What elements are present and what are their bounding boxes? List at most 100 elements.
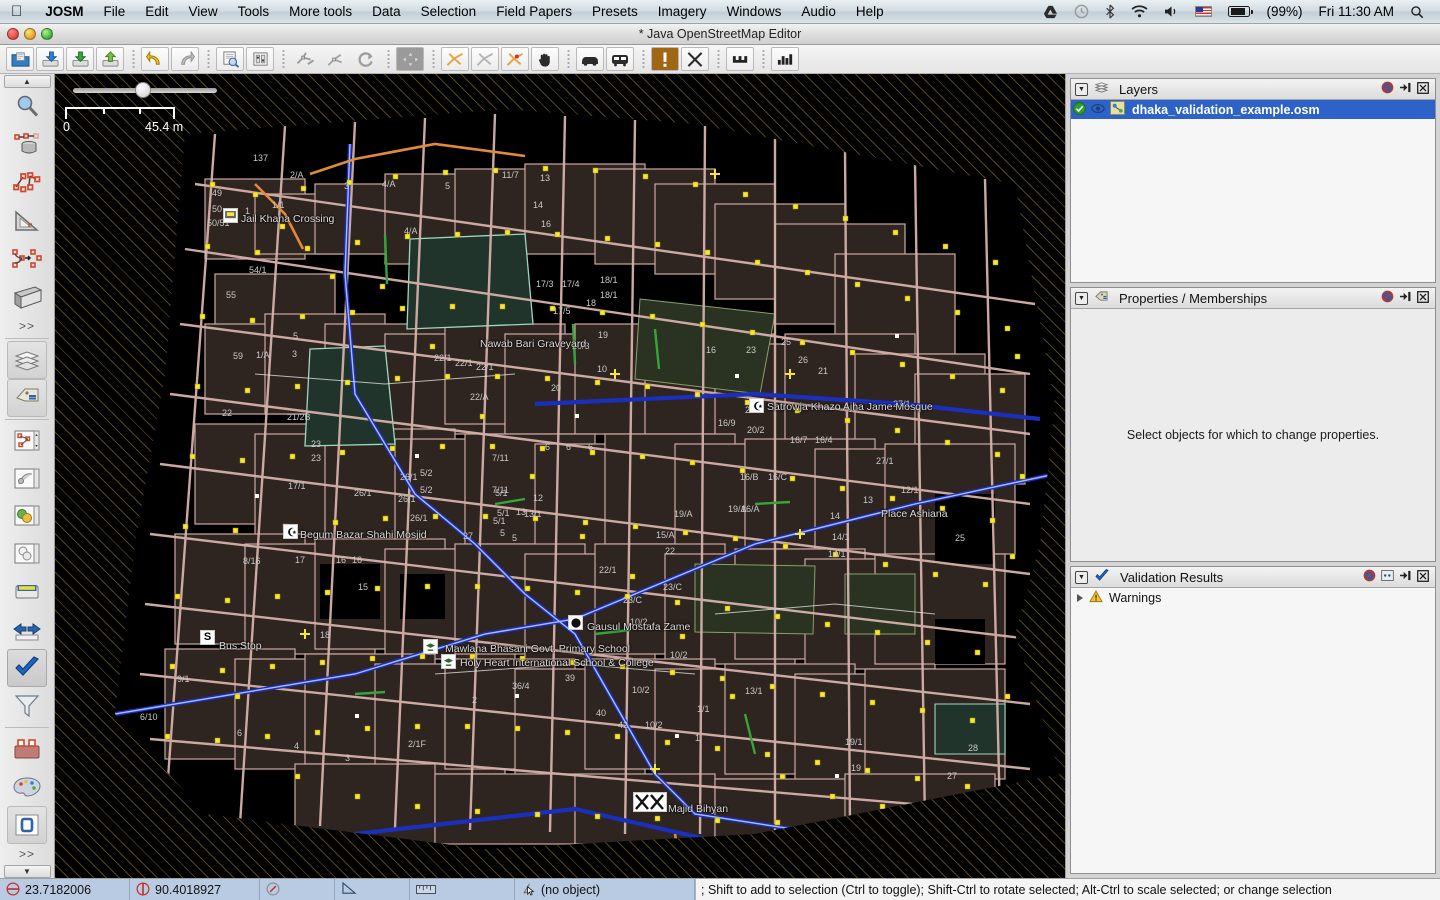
measure-tool[interactable] bbox=[7, 202, 47, 240]
menu-item-more-tools[interactable]: More tools bbox=[279, 4, 362, 19]
menu-item-data[interactable]: Data bbox=[362, 4, 411, 19]
selection-dialog-button[interactable] bbox=[7, 422, 47, 460]
spotlight-search-icon[interactable] bbox=[1402, 5, 1432, 19]
menu-item-field-papers[interactable]: Field Papers bbox=[486, 4, 582, 19]
validation-dialog-button[interactable] bbox=[7, 649, 47, 688]
menu-item-app[interactable]: JOSM bbox=[35, 4, 93, 19]
bluetooth-icon[interactable] bbox=[1097, 4, 1123, 19]
detach-icon[interactable] bbox=[1399, 82, 1412, 96]
preferences-button[interactable] bbox=[216, 47, 244, 71]
mappaint-dialog-button[interactable] bbox=[7, 768, 47, 806]
zoom-tool[interactable] bbox=[7, 88, 47, 126]
post-office-icon[interactable] bbox=[633, 792, 667, 812]
close-icon[interactable] bbox=[1417, 290, 1429, 306]
map-canvas[interactable]: 0 45.4 m Jail Khana Crossing Nawab Bari … bbox=[55, 74, 1065, 878]
turn-restriction-button[interactable] bbox=[726, 47, 754, 71]
shop-icon[interactable]: S bbox=[200, 630, 215, 645]
menu-item-edit[interactable]: Edit bbox=[135, 4, 178, 19]
menu-item-file[interactable]: File bbox=[94, 4, 136, 19]
rail-scroll-down-button[interactable]: ▼ bbox=[3, 865, 51, 879]
redo-button[interactable] bbox=[171, 47, 199, 71]
todo-dialog-button[interactable] bbox=[7, 730, 47, 768]
user-list-dialog-button[interactable] bbox=[7, 535, 47, 573]
rail-more-tools-top[interactable]: >> bbox=[19, 316, 35, 336]
menu-item-imagery[interactable]: Imagery bbox=[648, 4, 717, 19]
simplify-way-button[interactable] bbox=[291, 47, 319, 71]
mosque-icon[interactable] bbox=[749, 398, 764, 413]
zoom-slider-knob[interactable] bbox=[135, 82, 151, 98]
parallel-way-tool[interactable] bbox=[7, 240, 47, 278]
conflict-dialog-button[interactable] bbox=[7, 611, 47, 649]
junction-b-button[interactable] bbox=[471, 47, 499, 71]
school-icon[interactable] bbox=[423, 639, 438, 654]
junction-a-button[interactable] bbox=[441, 47, 469, 71]
pan-hand-button[interactable] bbox=[531, 47, 559, 71]
mosque-icon[interactable] bbox=[283, 524, 298, 539]
layer-row-dhaka[interactable]: dhaka_validation_example.osm bbox=[1071, 100, 1435, 119]
eye-icon[interactable] bbox=[1091, 103, 1105, 117]
bus-routing-button[interactable] bbox=[606, 47, 634, 71]
chevron-down-icon[interactable]: ▼ bbox=[1075, 570, 1088, 584]
validate-button[interactable] bbox=[651, 47, 679, 71]
menu-item-presets[interactable]: Presets bbox=[582, 4, 648, 19]
imagery-offset-button[interactable] bbox=[396, 47, 424, 71]
menu-item-audio[interactable]: Audio bbox=[791, 4, 846, 19]
zoom-slider[interactable] bbox=[73, 82, 217, 98]
help-icon[interactable] bbox=[1381, 290, 1394, 306]
notes-dialog-button[interactable] bbox=[7, 573, 47, 611]
open-file-button[interactable] bbox=[6, 47, 34, 71]
time-machine-icon[interactable] bbox=[1066, 4, 1097, 19]
battery-icon[interactable] bbox=[1220, 6, 1258, 17]
detach-icon[interactable] bbox=[1399, 570, 1412, 584]
reverse-refresh-button[interactable] bbox=[351, 47, 379, 71]
menu-item-windows[interactable]: Windows bbox=[717, 4, 792, 19]
improve-way-tool[interactable] bbox=[7, 164, 47, 202]
layers-dialog-button[interactable] bbox=[7, 340, 47, 379]
building-tool[interactable] bbox=[7, 278, 47, 316]
download-data-button[interactable] bbox=[36, 47, 64, 71]
toggle-dialogs-button[interactable] bbox=[246, 47, 274, 71]
rail-scroll-up-button[interactable]: ▲ bbox=[3, 75, 51, 88]
grid-icon[interactable] bbox=[1381, 570, 1394, 584]
menu-bar-clock[interactable]: Fri 11:30 AM bbox=[1310, 4, 1402, 19]
menu-item-view[interactable]: View bbox=[179, 4, 228, 19]
menu-item-tools[interactable]: Tools bbox=[228, 4, 280, 19]
expand-triangle-icon[interactable] bbox=[1077, 594, 1083, 602]
imagery-frame-dialog-button[interactable] bbox=[7, 806, 47, 845]
close-icon[interactable] bbox=[1417, 569, 1429, 585]
detach-icon[interactable] bbox=[1399, 291, 1412, 305]
menu-item-help[interactable]: Help bbox=[846, 4, 894, 19]
google-drive-icon[interactable] bbox=[1035, 5, 1066, 19]
help-icon[interactable] bbox=[1381, 81, 1394, 97]
validation-panel-body[interactable]: Warnings bbox=[1071, 588, 1435, 873]
chevron-down-icon[interactable]: ▼ bbox=[1075, 291, 1088, 305]
school-icon[interactable] bbox=[441, 654, 456, 669]
volume-icon[interactable] bbox=[1156, 5, 1187, 18]
extrude-tool[interactable] bbox=[7, 126, 47, 164]
close-icon[interactable] bbox=[1417, 81, 1429, 97]
relations-dialog-button[interactable] bbox=[7, 460, 47, 498]
bus-stop-icon[interactable] bbox=[223, 208, 238, 223]
layers-panel-body[interactable]: dhaka_validation_example.osm bbox=[1071, 100, 1435, 282]
histogram-button[interactable] bbox=[771, 47, 799, 71]
validation-tree-row-warnings[interactable]: Warnings bbox=[1071, 588, 1435, 608]
changeset-dialog-button[interactable] bbox=[7, 497, 47, 535]
help-icon[interactable] bbox=[1363, 569, 1376, 585]
apple-icon[interactable]:  bbox=[0, 4, 35, 19]
save-button[interactable] bbox=[66, 47, 94, 71]
properties-dialog-button[interactable] bbox=[7, 378, 47, 417]
wifi-icon[interactable] bbox=[1123, 5, 1156, 18]
rail-more-tools-bottom[interactable]: >> bbox=[19, 844, 35, 864]
split-way-button[interactable] bbox=[321, 47, 349, 71]
menu-item-selection[interactable]: Selection bbox=[411, 4, 487, 19]
green-check-icon[interactable] bbox=[1073, 101, 1086, 118]
map-scale-widget[interactable]: 0 45.4 m bbox=[63, 82, 225, 134]
car-routing-button[interactable] bbox=[576, 47, 604, 71]
place-of-worship-icon[interactable] bbox=[568, 615, 583, 630]
upload-button[interactable] bbox=[96, 47, 124, 71]
us-flag-icon[interactable] bbox=[1187, 6, 1220, 17]
filter-dialog-button[interactable] bbox=[7, 687, 47, 725]
undo-button[interactable] bbox=[141, 47, 169, 71]
junction-node-button[interactable] bbox=[501, 47, 529, 71]
chevron-down-icon[interactable]: ▼ bbox=[1075, 82, 1088, 96]
